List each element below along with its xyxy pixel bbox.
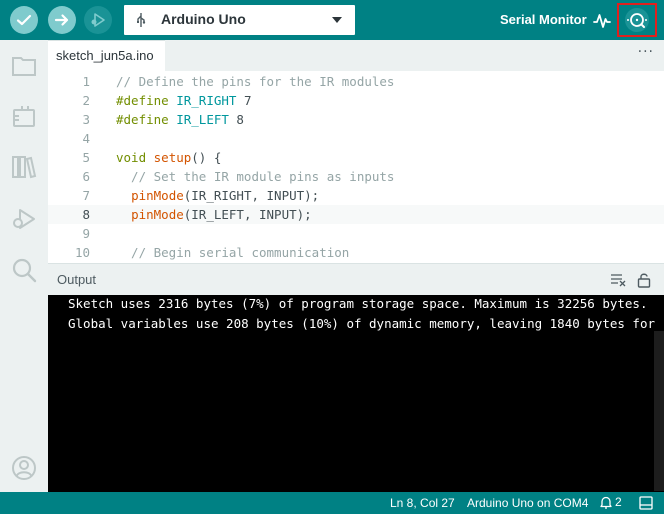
verify-button[interactable] xyxy=(10,6,38,34)
serial-monitor-label: Serial Monitor xyxy=(500,12,587,27)
code-line-active: 8 pinMode(IR_LEFT, INPUT); xyxy=(48,205,664,224)
literal: 8 xyxy=(228,112,244,127)
function-name: setup xyxy=(153,150,192,165)
boards-manager-icon[interactable] xyxy=(10,103,38,131)
usb-icon xyxy=(137,13,146,27)
chevron-down-icon xyxy=(332,17,342,23)
notification-count: 2 xyxy=(615,495,622,509)
code-line: 7 pinMode(IR_RIGHT, INPUT); xyxy=(48,186,664,205)
top-toolbar: Arduino Uno Serial Monitor xyxy=(0,0,664,40)
upload-arrow-icon xyxy=(54,14,69,26)
line-number: 2 xyxy=(82,93,90,108)
literal: 7 xyxy=(236,93,252,108)
activity-sidebar xyxy=(0,40,48,492)
line-number: 8 xyxy=(82,207,90,222)
line-number: 10 xyxy=(74,245,90,260)
code-text: // Define the pins for the IR modules xyxy=(116,74,395,89)
line-number: 6 xyxy=(82,169,90,184)
output-console[interactable]: Sketch uses 2316 bytes (7%) of program s… xyxy=(48,295,664,492)
line-number: 5 xyxy=(82,150,90,165)
constant: IR_LEFT xyxy=(176,112,229,127)
board-port[interactable]: Arduino Uno on COM4 xyxy=(467,496,588,510)
clear-output-icon[interactable] xyxy=(610,273,626,287)
notifications-button[interactable]: 2 xyxy=(600,495,622,509)
status-bar: Ln 8, Col 27 Arduino Uno on COM4 2 xyxy=(0,492,664,514)
console-line: Sketch uses 2316 bytes (7%) of program s… xyxy=(68,296,648,311)
function-name: pinMode xyxy=(131,188,184,203)
cursor-position[interactable]: Ln 8, Col 27 xyxy=(390,496,455,510)
keyword: #define xyxy=(116,112,169,127)
console-scrollbar[interactable] xyxy=(654,331,664,491)
code-line: 10 // Begin serial communication xyxy=(48,243,664,262)
code-line: 1 // Define the pins for the IR modules xyxy=(48,72,664,91)
serial-monitor-button[interactable] xyxy=(617,3,657,37)
debug-button[interactable] xyxy=(84,6,112,34)
code-line: 6 // Set the IR module pins as inputs xyxy=(48,167,664,186)
line-number: 3 xyxy=(82,112,90,127)
more-actions-button[interactable]: ··· xyxy=(638,44,654,60)
code-rest: () { xyxy=(191,150,222,165)
tab-sketch[interactable]: sketch_jun5a.ino xyxy=(48,40,165,71)
constant: IR_RIGHT xyxy=(176,93,237,108)
code-text: pinMode(IR_LEFT, INPUT); xyxy=(116,205,312,224)
code-text: #define IR_RIGHT 7 xyxy=(116,91,252,110)
code-text: #define IR_LEFT 8 xyxy=(116,110,244,129)
code-line: 2 #define IR_RIGHT 7 xyxy=(48,91,664,110)
bell-icon xyxy=(600,496,612,509)
account-icon[interactable] xyxy=(10,454,38,482)
code-line: 5 void setup() { xyxy=(48,148,664,167)
upload-button[interactable] xyxy=(48,6,76,34)
status-toggle-icon[interactable] xyxy=(639,496,653,510)
line-number: 7 xyxy=(82,188,90,203)
code-text: pinMode(IR_RIGHT, INPUT); xyxy=(116,186,319,205)
output-panel-header: Output xyxy=(48,263,664,295)
line-number: 1 xyxy=(82,74,90,89)
code-text: // Set the IR module pins as inputs xyxy=(116,169,395,184)
editor-tabbar: sketch_jun5a.ino ··· xyxy=(48,40,664,71)
code-line: 4 xyxy=(48,129,664,148)
debug-icon[interactable] xyxy=(10,205,38,233)
tab-label: sketch_jun5a.ino xyxy=(56,48,154,63)
code-editor[interactable]: 1 // Define the pins for the IR modules 2… xyxy=(48,71,664,263)
code-line: 3 #define IR_LEFT 8 xyxy=(48,110,664,129)
code-text: // Begin serial communication xyxy=(116,245,350,260)
board-name: Arduino Uno xyxy=(161,11,246,27)
console-line: Global variables use 208 bytes (10%) of … xyxy=(68,316,655,331)
debug-icon xyxy=(91,13,105,27)
keyword: #define xyxy=(116,93,169,108)
function-name: pinMode xyxy=(131,207,184,222)
serial-plotter-button[interactable] xyxy=(591,9,613,31)
code-rest: (IR_LEFT, INPUT); xyxy=(183,207,312,222)
keyword: void xyxy=(116,150,147,165)
sketchbook-icon[interactable] xyxy=(10,52,38,80)
line-number: 9 xyxy=(82,226,90,241)
serial-monitor-icon xyxy=(627,13,647,28)
scroll-lock-icon[interactable] xyxy=(637,272,651,288)
serial-plotter-icon xyxy=(593,14,611,28)
library-manager-icon[interactable] xyxy=(10,153,38,181)
code-rest: (IR_RIGHT, INPUT); xyxy=(183,188,320,203)
code-text: void setup() { xyxy=(116,148,221,167)
line-number: 4 xyxy=(82,131,90,146)
verify-check-icon xyxy=(16,14,32,26)
code-line: 9 xyxy=(48,224,664,243)
output-title: Output xyxy=(57,272,97,287)
search-icon[interactable] xyxy=(10,256,38,284)
board-selector[interactable]: Arduino Uno xyxy=(124,5,355,35)
